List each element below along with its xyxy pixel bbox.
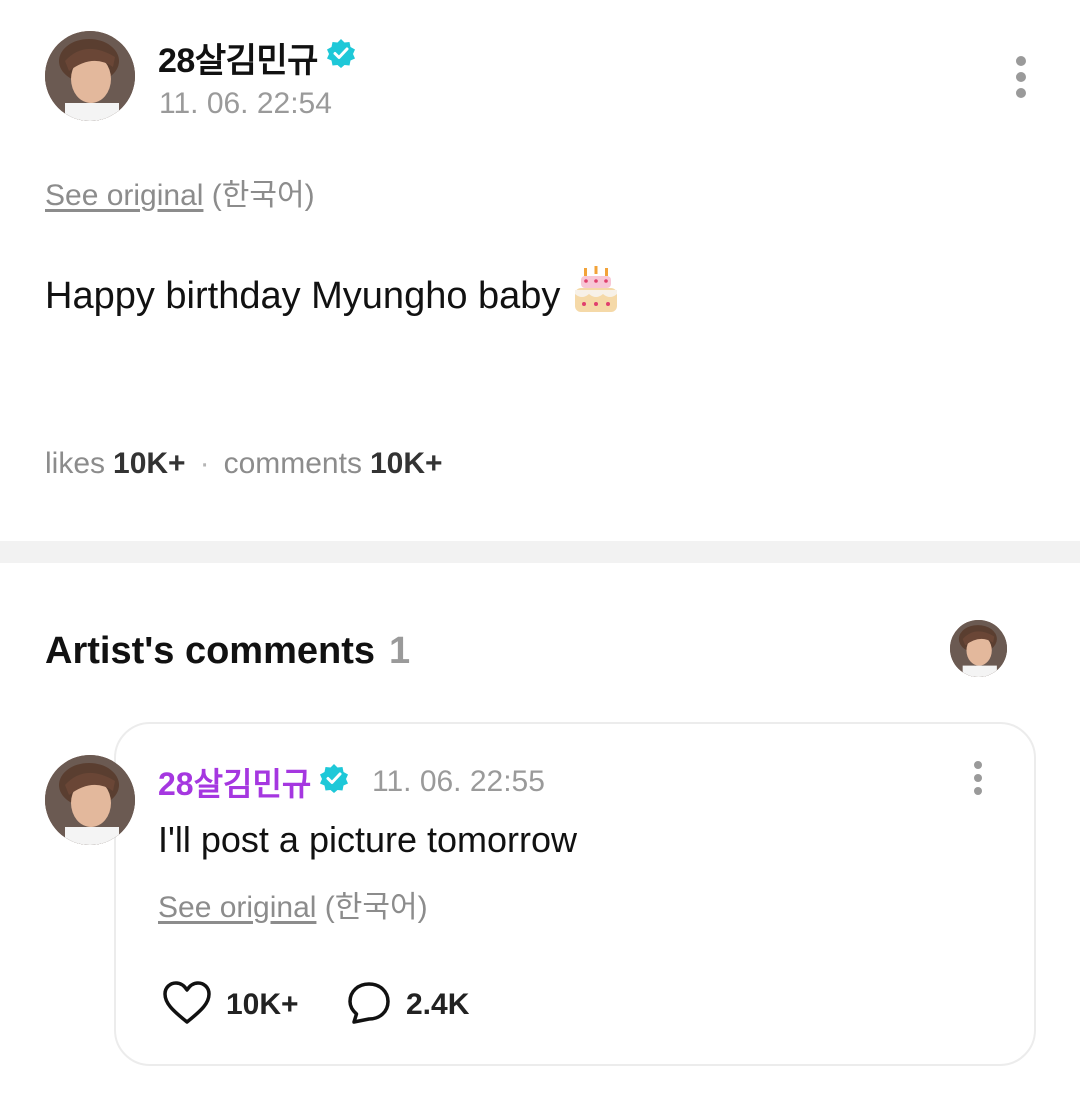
comment-original-language: (한국어) xyxy=(324,891,428,924)
speech-bubble-icon xyxy=(346,980,392,1031)
comment-reply-button[interactable]: 2.4K xyxy=(346,980,470,1031)
avatar-photo xyxy=(45,755,135,845)
post-original-language: (한국어) xyxy=(211,179,315,212)
post-author-name[interactable]: 28살김민규 xyxy=(158,33,318,82)
more-dot-icon xyxy=(974,761,982,769)
comments-count: 10K+ xyxy=(369,447,443,480)
comments-label: comments xyxy=(223,447,362,480)
post-timestamp: 11. 06. 22:54 xyxy=(159,87,332,120)
post-more-options-button[interactable] xyxy=(1009,56,1033,98)
stats-separator: · xyxy=(199,447,210,480)
post-see-original-row: See original (한국어) xyxy=(45,176,315,216)
comment-more-options-button[interactable] xyxy=(966,761,990,795)
artist-avatar-small[interactable] xyxy=(950,620,1007,677)
comment-timestamp: 11. 06. 22:55 xyxy=(372,765,545,798)
likes-count: 10K+ xyxy=(113,447,186,480)
comment-author-name[interactable]: 28살김민규 xyxy=(158,759,311,805)
more-dot-icon xyxy=(1016,88,1026,98)
comment-reply-count: 2.4K xyxy=(406,988,470,1021)
avatar-photo xyxy=(45,31,135,121)
post-stats: likes 10K+ · comments 10K+ xyxy=(45,444,443,484)
more-dot-icon xyxy=(974,787,982,795)
section-divider xyxy=(0,541,1080,563)
more-dot-icon xyxy=(1016,56,1026,66)
more-dot-icon xyxy=(974,774,982,782)
more-dot-icon xyxy=(1016,72,1026,82)
verified-badge-icon xyxy=(326,38,356,77)
comment-see-original-link[interactable]: See original xyxy=(158,891,316,924)
heart-icon xyxy=(162,980,212,1031)
comment-author-row[interactable]: 28살김민규 xyxy=(158,762,349,802)
comment-like-count: 10K+ xyxy=(226,988,299,1021)
post-body-text: Happy birthday Myungho baby xyxy=(45,274,561,317)
verified-badge-icon xyxy=(319,763,349,801)
avatar-photo xyxy=(950,620,1007,677)
post-author-avatar[interactable] xyxy=(45,31,135,121)
cake-icon xyxy=(572,266,620,326)
comment-author-avatar[interactable] xyxy=(45,755,135,845)
comment-text: I'll post a picture tomorrow xyxy=(158,819,578,860)
post-see-original-link[interactable]: See original xyxy=(45,179,203,212)
post-body: Happy birthday Myungho baby xyxy=(45,266,620,322)
comment-see-original-row: See original (한국어) xyxy=(158,888,428,928)
likes-label: likes xyxy=(45,447,106,480)
artist-comments-count: 1 xyxy=(389,629,411,672)
artist-comments-title: Artist's comments xyxy=(45,629,376,672)
artist-comments-header: Artist's comments 1 xyxy=(45,626,410,676)
post-author-name-row[interactable]: 28살김민규 xyxy=(158,36,356,80)
comment-like-button[interactable]: 10K+ xyxy=(162,980,299,1031)
